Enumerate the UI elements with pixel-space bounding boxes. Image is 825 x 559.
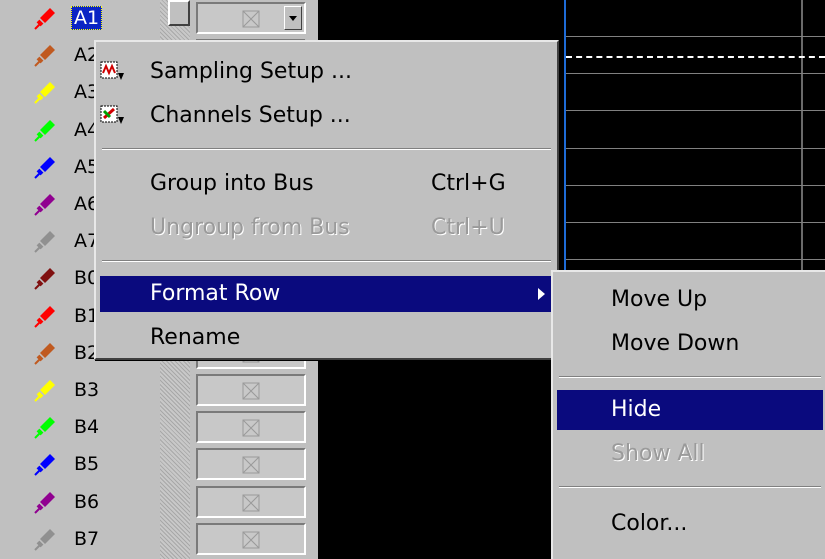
- channel-row[interactable]: B3: [0, 372, 160, 409]
- dashed-trigger-line: [566, 56, 825, 58]
- channel-label[interactable]: B3: [71, 378, 102, 402]
- trigger-condition-cell[interactable]: [196, 374, 306, 406]
- channel-label[interactable]: B4: [71, 415, 102, 439]
- probe-color-icon[interactable]: [32, 340, 58, 366]
- channel-label[interactable]: B5: [71, 452, 102, 476]
- channel-label[interactable]: B6: [71, 490, 102, 514]
- waveform-grid-line: [566, 222, 825, 223]
- probe-color-icon[interactable]: [32, 265, 58, 291]
- scroll-up-button[interactable]: [168, 0, 190, 26]
- probe-color-icon[interactable]: [32, 154, 58, 180]
- hide-label: Hide: [611, 397, 662, 422]
- channel-row[interactable]: B7: [0, 521, 160, 558]
- format-row-submenu: Move Up Move Down Hide Show All Color...: [551, 270, 825, 559]
- channels-setup-label: Channels Setup ...: [150, 103, 351, 128]
- probe-color-icon[interactable]: [32, 489, 58, 515]
- channel-row[interactable]: B5: [0, 446, 160, 483]
- menu-item-rename[interactable]: Rename: [100, 320, 553, 356]
- dont-care-icon: [242, 531, 260, 549]
- dont-care-icon: [242, 494, 260, 512]
- submenu-arrow-icon: [538, 288, 545, 300]
- dont-care-icon: [242, 419, 260, 437]
- sampling-setup-icon: [100, 61, 124, 80]
- menu-item-hide[interactable]: Hide: [557, 390, 823, 430]
- waveform-grid-line: [566, 73, 825, 74]
- menu-item-ungroup-from-bus: Ungroup from Bus Ctrl+U: [100, 210, 553, 246]
- menu-item-channels-setup[interactable]: Channels Setup ...: [100, 98, 553, 134]
- menu-item-format-row[interactable]: Format Row: [100, 276, 553, 312]
- channel-row[interactable]: A1: [0, 0, 160, 37]
- waveform-grid-line: [566, 259, 825, 260]
- trigger-condition-cell[interactable]: [196, 523, 306, 555]
- menu-item-group-into-bus[interactable]: Group into Bus Ctrl+G: [100, 166, 553, 202]
- ungroup-from-bus-label: Ungroup from Bus: [150, 215, 350, 240]
- probe-color-icon[interactable]: [32, 377, 58, 403]
- context-menu: Sampling Setup ... Channels Setup ... Gr…: [94, 40, 559, 360]
- probe-color-icon[interactable]: [32, 5, 58, 31]
- menu-item-move-down[interactable]: Move Down: [557, 326, 823, 362]
- channel-label[interactable]: B7: [71, 527, 102, 551]
- channel-label[interactable]: A1: [71, 6, 103, 30]
- format-row-label: Format Row: [150, 281, 281, 306]
- rename-label: Rename: [150, 325, 241, 350]
- menu-separator: [102, 260, 551, 262]
- chevron-down-icon: [289, 16, 297, 21]
- probe-color-icon[interactable]: [32, 42, 58, 68]
- color-label: Color...: [611, 511, 688, 536]
- probe-color-icon[interactable]: [32, 117, 58, 143]
- channel-row[interactable]: B4: [0, 409, 160, 446]
- waveform-grid-line: [566, 185, 825, 186]
- sampling-setup-label: Sampling Setup ...: [150, 59, 352, 84]
- trigger-dropdown-button[interactable]: [284, 6, 302, 30]
- waveform-grid-line: [566, 148, 825, 149]
- probe-color-icon[interactable]: [32, 451, 58, 477]
- waveform-grid-line: [566, 36, 825, 37]
- ungroup-from-bus-shortcut: Ctrl+U: [431, 215, 505, 240]
- show-all-label: Show All: [611, 441, 705, 466]
- dont-care-icon: [242, 10, 260, 28]
- trigger-condition-cell[interactable]: [196, 448, 306, 480]
- menu-item-sampling-setup[interactable]: Sampling Setup ...: [100, 54, 553, 90]
- probe-color-icon[interactable]: [32, 303, 58, 329]
- menu-item-show-all: Show All: [557, 436, 823, 472]
- trigger-condition-cell[interactable]: [196, 2, 306, 34]
- probe-color-icon[interactable]: [32, 79, 58, 105]
- channels-setup-icon: [100, 105, 124, 124]
- menu-item-color[interactable]: Color...: [557, 506, 823, 542]
- menu-item-move-up[interactable]: Move Up: [557, 282, 823, 318]
- probe-color-icon[interactable]: [32, 526, 58, 552]
- dont-care-icon: [242, 456, 260, 474]
- channel-row[interactable]: B6: [0, 484, 160, 521]
- trigger-condition-cell[interactable]: [196, 411, 306, 443]
- menu-separator: [559, 486, 821, 488]
- waveform-grid-line: [566, 110, 825, 111]
- move-up-label: Move Up: [611, 287, 708, 312]
- probe-color-icon[interactable]: [32, 414, 58, 440]
- menu-separator: [559, 376, 821, 378]
- menu-separator: [102, 148, 551, 150]
- move-down-label: Move Down: [611, 331, 740, 356]
- dont-care-icon: [242, 382, 260, 400]
- group-into-bus-label: Group into Bus: [150, 171, 314, 196]
- group-into-bus-shortcut: Ctrl+G: [431, 171, 506, 196]
- probe-color-icon[interactable]: [32, 228, 58, 254]
- probe-color-icon[interactable]: [32, 191, 58, 217]
- trigger-condition-cell[interactable]: [196, 486, 306, 518]
